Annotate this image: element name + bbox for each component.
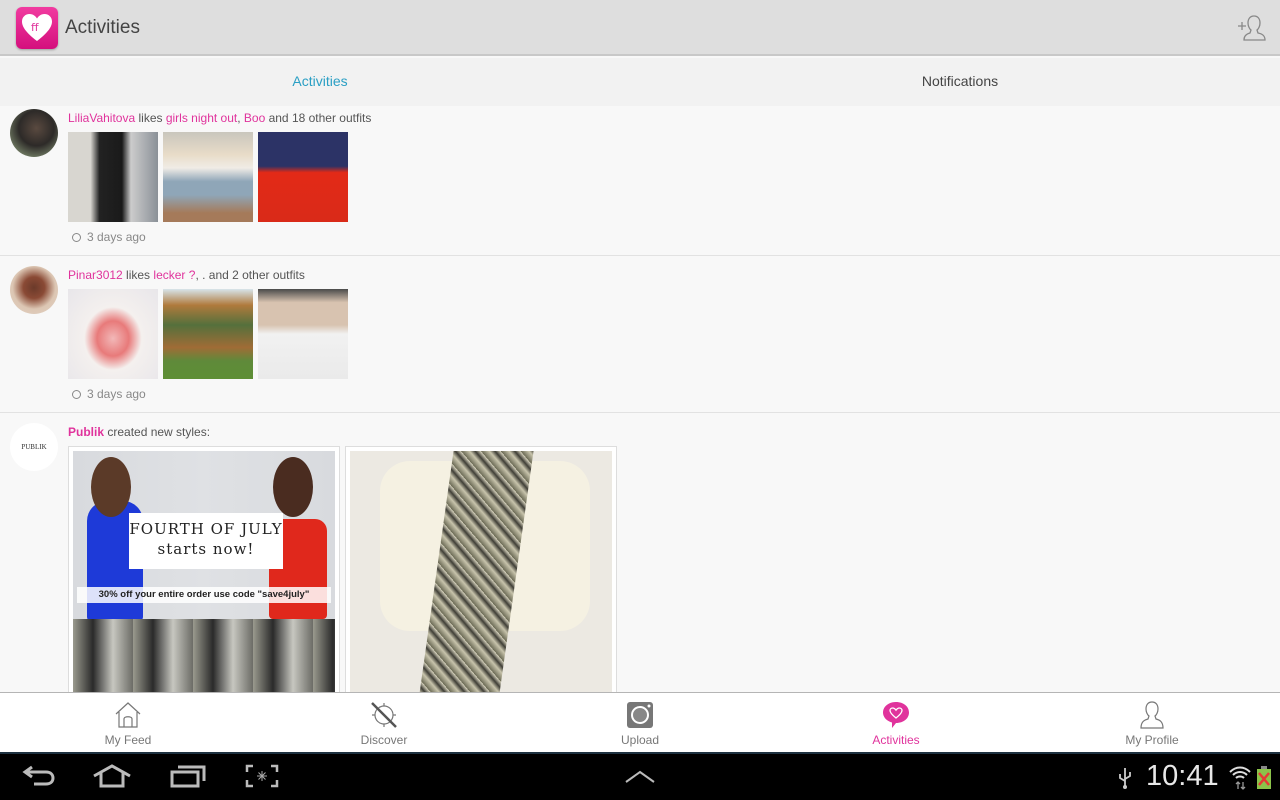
back-icon[interactable] (22, 764, 56, 788)
app-title: Activities (65, 17, 140, 38)
avatar[interactable] (10, 266, 58, 314)
activity-headline: Pinar3012 likes lecker ?, . and 2 other … (68, 268, 305, 282)
nav-upload[interactable]: Upload (512, 693, 768, 753)
svg-text:ff: ff (31, 21, 39, 34)
nav-activities[interactable]: Activities (768, 693, 1024, 753)
separator-text: , (237, 111, 244, 125)
activity-headline: LiliaVahitova likes girls night out, Boo… (68, 111, 371, 125)
outfit-thumbnail[interactable] (258, 289, 348, 379)
style-image-snakeskin (350, 451, 612, 701)
home-button-icon[interactable] (92, 764, 132, 788)
nav-label: Activities (872, 733, 920, 747)
timestamp: 3 days ago (72, 230, 146, 244)
app-logo-icon[interactable]: ff (16, 7, 58, 49)
system-bar: 10:41 (0, 752, 1280, 800)
verb-text: likes (122, 268, 154, 282)
user-link[interactable]: LiliaVahitova (68, 111, 135, 125)
model-hair-shape (91, 457, 131, 517)
activity-headline: Publik created new styles: (68, 425, 210, 439)
promo-caption: 30% off your entire order use code "save… (77, 587, 331, 603)
wifi-icon (1229, 766, 1251, 790)
action-bar: ff Activities (0, 0, 1280, 56)
outfit-link[interactable]: girls night out (166, 111, 237, 125)
outfit-thumbnail[interactable] (163, 289, 253, 379)
user-link[interactable]: Pinar3012 (68, 268, 123, 282)
clock-icon (72, 233, 81, 242)
outfit-link[interactable]: lecker ? (153, 268, 195, 282)
add-user-icon[interactable] (1236, 12, 1268, 44)
style-card[interactable] (345, 446, 617, 706)
list-item: LiliaVahitova likes girls night out, Boo… (0, 106, 1280, 256)
profile-icon (1140, 701, 1164, 729)
model-hair-shape (273, 457, 313, 517)
tab-bar: Activities Notifications (0, 58, 1280, 106)
verb-text: created new styles: (104, 425, 211, 439)
home-icon (115, 702, 141, 728)
time-text: 3 days ago (87, 230, 146, 244)
avatar[interactable] (10, 109, 58, 157)
outfit-link[interactable]: Boo (244, 111, 265, 125)
verb-text: likes (135, 111, 166, 125)
timestamp: 3 days ago (72, 387, 146, 401)
camera-icon (627, 702, 653, 728)
outfit-thumbnail[interactable] (68, 289, 158, 379)
nav-label: My Feed (104, 733, 152, 747)
suffix-text: and 18 other outfits (265, 111, 372, 125)
promo-headline: FOURTH OF JULY starts now! (129, 513, 283, 569)
battery-icon (1257, 766, 1271, 789)
recent-apps-icon[interactable] (170, 764, 206, 788)
usb-icon (1119, 768, 1131, 789)
screenshot-icon[interactable] (245, 764, 279, 788)
bottom-navigation: My Feed Discover Upload Activities My Pr… (0, 692, 1280, 752)
outfit-thumbnail[interactable] (258, 132, 348, 222)
compass-icon (371, 702, 397, 728)
nav-discover[interactable]: Discover (256, 693, 512, 753)
list-item: Pinar3012 likes lecker ?, . and 2 other … (0, 256, 1280, 413)
clock-icon (72, 390, 81, 399)
avatar[interactable]: PUBLIK (10, 423, 58, 471)
nav-label: My Profile (1125, 733, 1179, 747)
tab-activities[interactable]: Activities (0, 58, 640, 106)
suffix-text: , . and 2 other outfits (195, 268, 305, 282)
user-link[interactable]: Publik (68, 425, 104, 439)
nav-my-profile[interactable]: My Profile (1024, 693, 1280, 753)
outfit-thumbnail[interactable] (68, 132, 158, 222)
heart-bubble-icon (883, 702, 909, 728)
dress-collage (73, 619, 335, 701)
outfit-thumbnail[interactable] (163, 132, 253, 222)
time-text: 3 days ago (87, 387, 146, 401)
system-clock: 10:41 (1146, 760, 1219, 792)
tab-notifications[interactable]: Notifications (640, 58, 1280, 106)
style-image-promo: FOURTH OF JULY starts now! 30% off your … (73, 451, 335, 701)
style-card[interactable]: FOURTH OF JULY starts now! 30% off your … (68, 446, 340, 706)
nav-label: Upload (620, 733, 660, 747)
chevron-up-icon[interactable] (624, 770, 656, 784)
nav-label: Discover (360, 733, 408, 747)
nav-my-feed[interactable]: My Feed (0, 693, 256, 753)
